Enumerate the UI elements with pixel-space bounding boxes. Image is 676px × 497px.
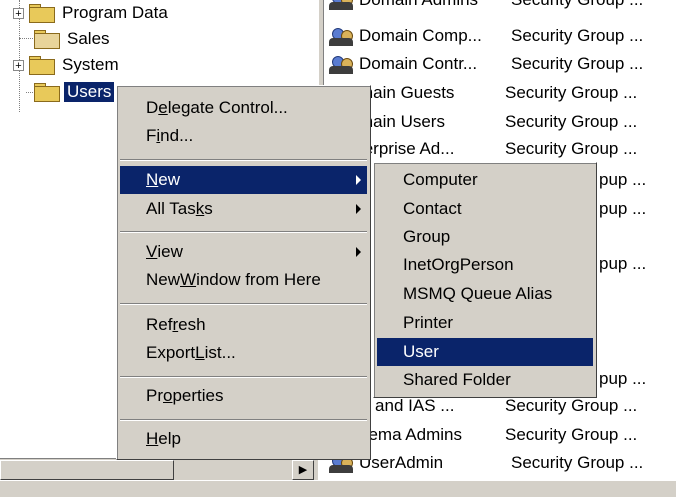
status-bar: [0, 480, 676, 497]
submenu-item-inetorgperson[interactable]: InetOrgPerson: [377, 251, 593, 279]
menu-separator: [120, 303, 367, 305]
scroll-right-arrow-icon[interactable]: ▶: [292, 460, 314, 480]
group-icon: [329, 54, 355, 74]
context-menu: De legate Control... Fi nd... New All Tas k…: [116, 85, 371, 460]
submenu-item-printer[interactable]: Printer: [377, 309, 593, 337]
menu-separator: [120, 419, 367, 421]
folder-icon: [28, 56, 55, 75]
list-item[interactable]: Domain AdminsSecurity Group ...: [329, 0, 671, 14]
list-item[interactable]: terprise Ad... Security Group ...: [359, 135, 665, 163]
tree-item-label: Sales: [67, 29, 110, 48]
group-icon: [329, 26, 355, 46]
submenu-item-contact[interactable]: Contact: [377, 195, 593, 223]
menu-item-all-tasks[interactable]: All Tas k s: [120, 195, 367, 223]
menu-item-delegate-control[interactable]: De legate Control...: [120, 94, 367, 122]
submenu-item-msmq-queue-alias[interactable]: MSMQ Queue Alias: [377, 280, 593, 308]
submenu-item-group[interactable]: Group: [377, 223, 593, 251]
submenu-item-user[interactable]: User: [377, 338, 593, 366]
menu-separator: [120, 159, 367, 161]
open-folder-icon: [33, 83, 60, 102]
new-submenu: Computer Contact Group InetOrgPerson MSM…: [373, 162, 597, 398]
submenu-arrow-icon: [356, 204, 361, 214]
tree-item-label: Program Data: [62, 3, 168, 22]
menu-item-export-list[interactable]: Export List...: [120, 339, 367, 367]
tree-item-sales[interactable]: Sales: [33, 27, 110, 51]
folder-icon: [28, 4, 55, 23]
list-item[interactable]: Domain Comp... Security Group ...: [329, 22, 671, 50]
menu-item-help[interactable]: Help: [120, 425, 367, 453]
list-item-type-fragment: pup ...: [599, 254, 647, 273]
submenu-arrow-icon: [356, 175, 361, 185]
tree-item-users[interactable]: Users: [33, 80, 115, 104]
menu-separator: [120, 376, 367, 378]
list-item[interactable]: main Guests Security Group ...: [359, 79, 665, 107]
menu-item-new[interactable]: New: [120, 166, 367, 194]
list-item-type-fragment: pup ...: [599, 199, 647, 218]
tree-item-label: Users: [64, 82, 115, 102]
list-item[interactable]: UserAdmin Security Group ...: [329, 449, 671, 477]
tree-item-system[interactable]: + System: [13, 53, 119, 77]
menu-item-view[interactable]: View: [120, 238, 367, 266]
list-item[interactable]: hema Admins Security Group ...: [359, 421, 665, 449]
tree-item-label: System: [62, 55, 119, 74]
submenu-arrow-icon: [356, 247, 361, 257]
tree-item-program-data[interactable]: + Program Data: [13, 1, 168, 25]
list-item-type-fragment: pup ...: [599, 170, 647, 189]
group-icon: [329, 0, 355, 10]
submenu-item-shared-folder[interactable]: Shared Folder: [377, 366, 593, 394]
menu-item-properties[interactable]: Pr o perties: [120, 382, 367, 410]
scrollbar-thumb[interactable]: [0, 460, 174, 480]
expand-icon[interactable]: +: [13, 59, 24, 71]
list-item-type-fragment: pup ...: [599, 369, 647, 388]
menu-separator: [120, 231, 367, 233]
submenu-item-computer[interactable]: Computer: [377, 166, 593, 194]
menu-item-refresh[interactable]: Ref r esh: [120, 311, 367, 339]
shared-folder-icon: [33, 30, 60, 49]
expand-icon[interactable]: +: [13, 7, 24, 19]
horizontal-scrollbar[interactable]: ▶: [0, 458, 318, 481]
menu-item-new-window[interactable]: New Window from Here: [120, 266, 367, 294]
menu-item-find[interactable]: Fi nd...: [120, 122, 367, 150]
list-item[interactable]: Domain Contr... Security Group ...: [329, 50, 671, 78]
list-item[interactable]: main Users Security Group ...: [359, 108, 665, 136]
